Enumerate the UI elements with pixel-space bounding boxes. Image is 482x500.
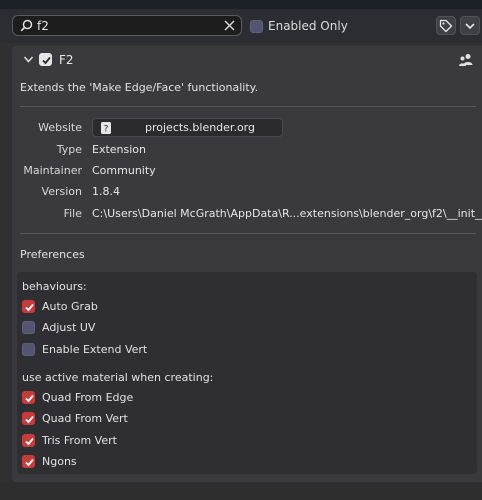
tag-filter-button[interactable] — [436, 16, 456, 35]
info-key: File — [63, 207, 82, 220]
option-tris-from-vert[interactable]: Tris From Vert — [22, 434, 117, 447]
enabled-only-label: Enabled Only — [268, 19, 348, 33]
website-link-text: projects.blender.org — [145, 121, 255, 134]
search-query: f2 — [37, 19, 49, 33]
info-value: C:\Users\Daniel McGrath\AppData\R...exte… — [92, 207, 482, 220]
addon-name: F2 — [59, 53, 74, 67]
check-icon — [42, 56, 51, 65]
option-auto-grab[interactable]: Auto Grab — [22, 300, 98, 313]
info-row-version: Version 1.8.4 — [12, 182, 482, 202]
ngons-checkbox[interactable] — [22, 455, 35, 468]
active-material-label: use active material when creating: — [22, 371, 214, 384]
info-row-type: Type Extension — [12, 140, 482, 160]
svg-text:?: ? — [104, 125, 109, 135]
top-strip — [0, 0, 482, 9]
info-key: Maintainer — [23, 164, 82, 177]
option-quad-from-vert[interactable]: Quad From Vert — [22, 412, 128, 425]
help-icon: ? — [101, 122, 111, 135]
website-link-button[interactable]: ? projects.blender.org — [92, 118, 283, 137]
bottom-area — [0, 482, 482, 500]
auto-grab-checkbox[interactable] — [22, 300, 35, 313]
divider — [20, 106, 476, 107]
users-icon — [459, 54, 473, 66]
clear-icon[interactable] — [224, 20, 235, 31]
enabled-only-toggle[interactable]: Enabled Only — [250, 19, 348, 33]
preferences-title: Preferences — [20, 248, 85, 261]
check-icon — [25, 415, 34, 424]
option-label: Ngons — [42, 455, 77, 468]
info-key: Type — [56, 143, 82, 156]
option-ngons[interactable]: Ngons — [22, 455, 77, 468]
addon-panel: F2 Extends the 'Make Edge/Face' function… — [12, 46, 482, 482]
check-icon — [25, 437, 34, 446]
info-row-file: File C:\Users\Daniel McGrath\AppData\R..… — [12, 204, 482, 224]
info-row-maintainer: Maintainer Community — [12, 161, 482, 181]
tag-icon — [439, 19, 453, 32]
quad-from-vert-checkbox[interactable] — [22, 412, 35, 425]
behaviours-label: behaviours: — [22, 280, 87, 293]
info-value: Extension — [92, 143, 147, 156]
info-value: Community — [92, 164, 156, 177]
search-icon — [20, 19, 33, 32]
enable-extend-vert-checkbox[interactable] — [22, 343, 35, 356]
check-icon — [25, 458, 34, 467]
info-row-website: Website ? projects.blender.org — [12, 118, 482, 138]
check-icon — [25, 303, 34, 312]
option-adjust-uv[interactable]: Adjust UV — [22, 321, 95, 334]
addon-header[interactable]: F2 — [12, 46, 482, 74]
option-label: Quad From Edge — [42, 391, 134, 404]
quad-from-edge-checkbox[interactable] — [22, 391, 35, 404]
option-label: Enable Extend Vert — [42, 343, 148, 356]
dropdown-button[interactable] — [460, 16, 480, 35]
addon-description: Extends the 'Make Edge/Face' functionali… — [20, 81, 259, 94]
chevron-down-icon — [465, 22, 475, 29]
addon-enable-checkbox[interactable] — [39, 53, 52, 66]
adjust-uv-checkbox[interactable] — [22, 321, 35, 334]
info-key: Website — [38, 121, 82, 134]
option-quad-from-edge[interactable]: Quad From Edge — [22, 391, 133, 404]
info-key: Version — [41, 185, 82, 198]
tris-from-vert-checkbox[interactable] — [22, 434, 35, 447]
option-enable-extend-vert[interactable]: Enable Extend Vert — [22, 343, 147, 356]
option-label: Adjust UV — [42, 321, 96, 334]
option-label: Quad From Vert — [42, 412, 128, 425]
header-bar: f2 Enabled Only — [0, 9, 482, 43]
divider — [20, 233, 476, 234]
check-icon — [25, 394, 34, 403]
option-label: Tris From Vert — [42, 434, 117, 447]
chevron-down-icon[interactable] — [23, 55, 34, 64]
info-value: 1.8.4 — [92, 185, 120, 198]
preferences-box: behaviours: Auto Grab Adjust UV Enable E… — [17, 272, 477, 474]
option-label: Auto Grab — [42, 300, 98, 313]
enabled-only-checkbox[interactable] — [250, 19, 263, 33]
search-input[interactable]: f2 — [12, 15, 242, 36]
